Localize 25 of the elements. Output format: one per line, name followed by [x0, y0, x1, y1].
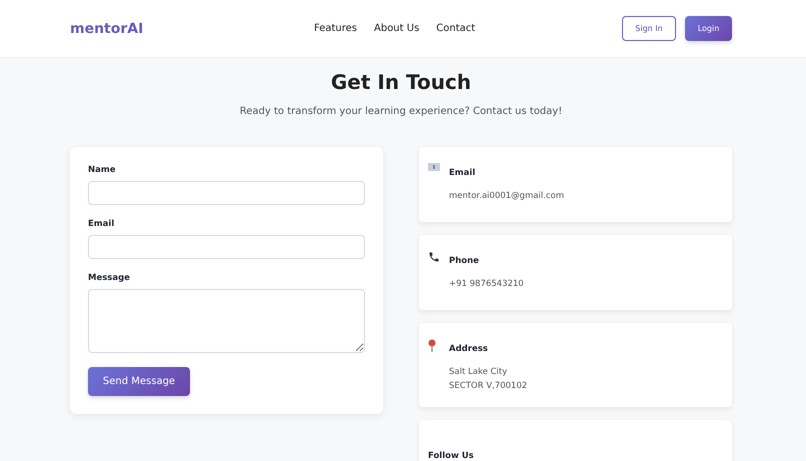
page-subtitle: Ready to transform your learning experience? Contact us today! — [238, 106, 564, 117]
logo[interactable]: mentorAI — [70, 20, 314, 36]
input-field[interactable] — [88, 235, 365, 259]
field-label: Message — [88, 273, 131, 283]
login-button[interactable]: Login — [685, 16, 732, 41]
contact-detail: Salt Lake City — [449, 366, 508, 379]
field-label: Email — [88, 219, 116, 229]
sign-in-button[interactable]: Sign In — [622, 16, 676, 41]
phone-icon — [428, 251, 440, 263]
contact-title: Email — [449, 168, 476, 178]
contact-title: Address — [449, 344, 489, 354]
contact-detail: +91 9876543210 — [449, 278, 525, 291]
contact-detail: mentor.ai0001@gmail.com — [449, 190, 566, 203]
input-field[interactable] — [88, 181, 365, 205]
contact-title: Follow Us — [428, 451, 475, 461]
nav-link[interactable]: Features — [314, 23, 357, 34]
pin-icon — [428, 339, 436, 352]
contact-detail: SECTOR V,700102 — [449, 380, 528, 393]
nav-link[interactable]: About Us — [374, 23, 420, 34]
nav-link[interactable]: Contact — [436, 23, 476, 34]
send-message-button[interactable]: Send Message — [88, 367, 190, 396]
page-title: Get In Touch — [330, 70, 472, 94]
field-label: Name — [88, 165, 116, 175]
contact-title: Phone — [449, 256, 480, 266]
message-field[interactable] — [88, 289, 365, 353]
